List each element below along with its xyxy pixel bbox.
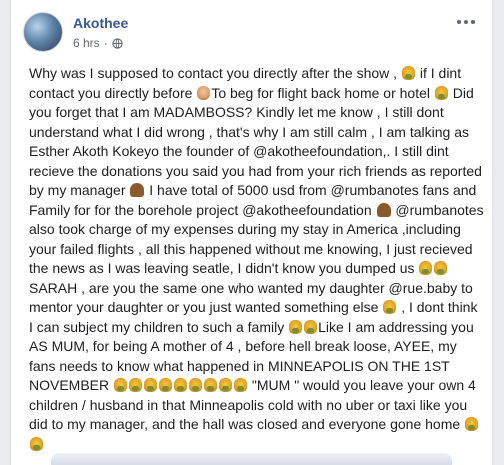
post-text-segment: Did you forget that I am MADAMBOSS? Kind… [29,84,482,199]
post-header: Akothee 6 hrs · [23,12,480,56]
face-emoji-icon [219,378,233,392]
post-card: Akothee 6 hrs · Why was I supposed to co… [10,0,493,465]
dot [457,20,461,24]
dot [471,20,475,24]
person-emoji-icon [197,85,211,100]
post-image-preview[interactable] [51,453,452,465]
more-options-icon[interactable] [456,16,476,28]
post-meta: 6 hrs · [73,36,123,50]
face-emoji-icon [144,378,158,392]
face-emoji-icon [159,378,173,392]
face-emoji-icon [304,319,318,334]
meta-separator: · [103,36,108,50]
face-emoji-icon [419,261,433,275]
face-emoji-icon [401,66,415,80]
author-name[interactable]: Akothee [73,15,128,31]
post-text-segment: Why was I supposed to contact you direct… [29,65,401,81]
post-text: Why was I supposed to contact you direct… [29,64,484,454]
face-emoji-icon [129,378,143,392]
face-emoji-icon [289,319,303,334]
face-emoji-icon [174,378,188,392]
face-emoji-icon [30,436,43,451]
face-emoji-icon [383,300,397,314]
face-emoji-icon [465,417,479,431]
praying-hands-emoji-icon [130,183,145,197]
face-emoji-icon [234,378,248,392]
face-emoji-icon [434,261,448,275]
avatar[interactable] [23,12,63,52]
praying-hands-emoji-icon [376,202,391,217]
post-text-segment: To beg for flight back home or hotel [211,84,434,101]
post-time[interactable]: 6 hrs [73,36,100,50]
globe-icon[interactable] [112,37,123,49]
dot [464,20,468,24]
face-emoji-icon [434,85,448,100]
face-emoji-icon [114,378,128,392]
face-emoji-icon [204,378,218,392]
face-emoji-icon [189,378,203,392]
